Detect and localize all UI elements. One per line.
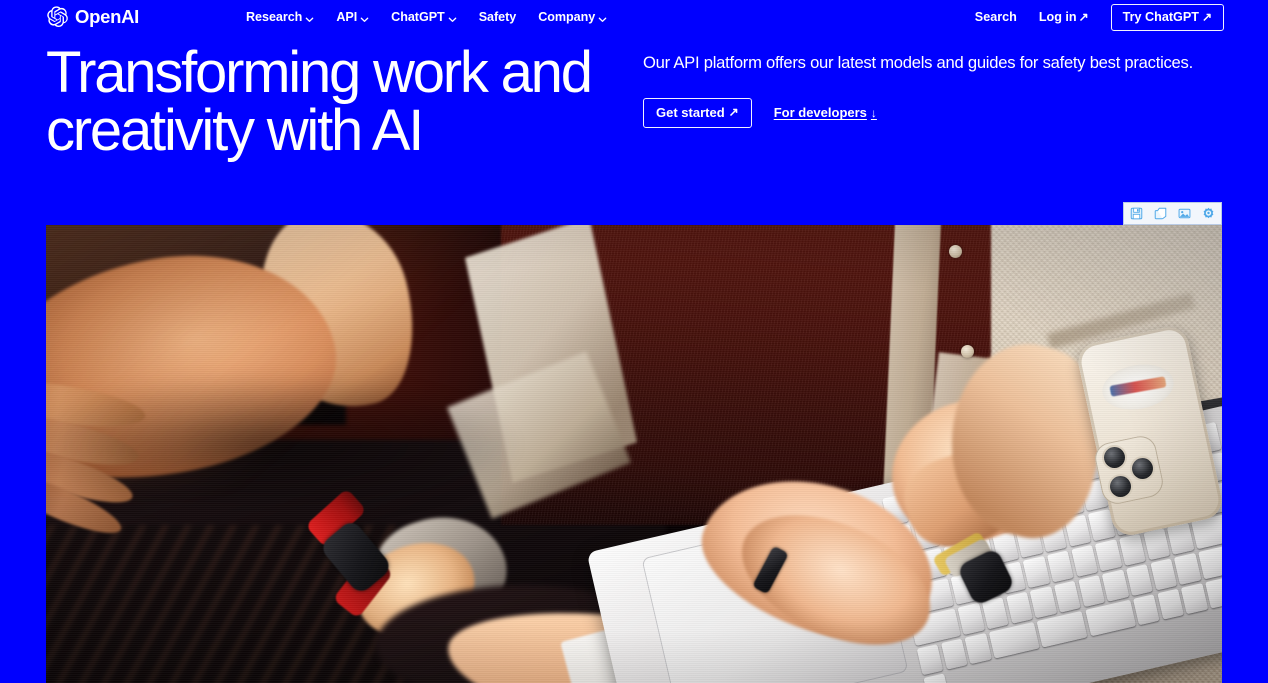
image-button[interactable] — [1175, 205, 1195, 223]
phone-camera-lens — [1104, 447, 1125, 468]
settings-gear-icon — [1202, 207, 1215, 220]
chevron-down-icon — [305, 13, 314, 22]
page-title-line-2: creativity with AI — [46, 98, 424, 163]
arrow-up-right-icon: ↗ — [728, 105, 739, 120]
login-label: Log in — [1038, 10, 1077, 24]
page-title: Transforming work and creativity with AI — [46, 44, 666, 160]
search-label: Search — [974, 10, 1017, 24]
top-navigation-bar: OpenAI Research API ChatGPT Safety Compa… — [0, 0, 1268, 34]
chevron-down-icon — [360, 13, 369, 22]
openai-blossom-icon — [46, 5, 69, 28]
hero-actions: Get started ↗ For developers ↓ — [643, 97, 1223, 128]
phone-camera-lens — [1132, 458, 1153, 479]
nav-item-chatgpt[interactable]: ChatGPT — [391, 10, 457, 24]
hero-image — [46, 225, 1222, 683]
laptop-shadow — [46, 375, 516, 515]
primary-nav-links: Research API ChatGPT Safety Company — [246, 0, 607, 34]
image-overlay-toolbar — [1123, 202, 1222, 225]
arrow-up-right-icon: ↗ — [1201, 9, 1212, 24]
openai-homepage: OpenAI Research API ChatGPT Safety Compa… — [0, 0, 1268, 683]
hero-image-scene — [46, 225, 1222, 683]
nav-item-company[interactable]: Company — [538, 10, 607, 24]
try-chatgpt-label: Try ChatGPT — [1122, 9, 1199, 24]
get-started-label: Get started — [656, 104, 725, 120]
get-started-button[interactable]: Get started ↗ — [643, 97, 752, 128]
hero-right-column: Our API platform offers our latest model… — [643, 52, 1223, 128]
arrow-up-right-icon: ↗ — [1078, 10, 1089, 24]
settings-button[interactable] — [1199, 205, 1219, 223]
copy-icon — [1154, 207, 1167, 220]
login-link[interactable]: Log in ↗ — [1039, 10, 1089, 24]
nav-item-api[interactable]: API — [336, 10, 369, 24]
image-icon — [1178, 207, 1191, 220]
copy-button[interactable] — [1150, 205, 1170, 223]
for-developers-label: For developers — [773, 105, 867, 121]
search-button[interactable]: Search — [975, 10, 1017, 24]
chevron-down-icon — [598, 13, 607, 22]
phone-camera-lens — [1110, 476, 1131, 497]
chevron-down-icon — [448, 13, 457, 22]
nav-utility-links: Search Log in ↗ Try ChatGPT ↗ — [975, 0, 1224, 34]
for-developers-link[interactable]: For developers ↓ — [774, 105, 877, 120]
shirt-button — [961, 345, 974, 358]
brand-logo-link[interactable]: OpenAI — [46, 5, 139, 28]
nav-item-api-label: API — [336, 10, 358, 24]
brand-name: OpenAI — [75, 6, 139, 27]
hero-subtitle: Our API platform offers our latest model… — [643, 53, 1193, 72]
nav-item-safety[interactable]: Safety — [479, 10, 517, 24]
nav-item-research[interactable]: Research — [246, 10, 314, 24]
nav-item-chatgpt-label: ChatGPT — [391, 10, 445, 24]
nav-item-company-label: Company — [538, 10, 596, 24]
nav-item-research-label: Research — [246, 10, 303, 24]
try-chatgpt-button[interactable]: Try ChatGPT ↗ — [1110, 3, 1224, 31]
shirt-button — [949, 245, 962, 258]
page-title-line-1: Transforming work and — [46, 40, 593, 105]
nav-item-safety-label: Safety — [478, 10, 517, 24]
arrow-down-icon: ↓ — [870, 105, 877, 120]
save-button[interactable] — [1126, 205, 1146, 223]
save-icon — [1130, 207, 1143, 220]
